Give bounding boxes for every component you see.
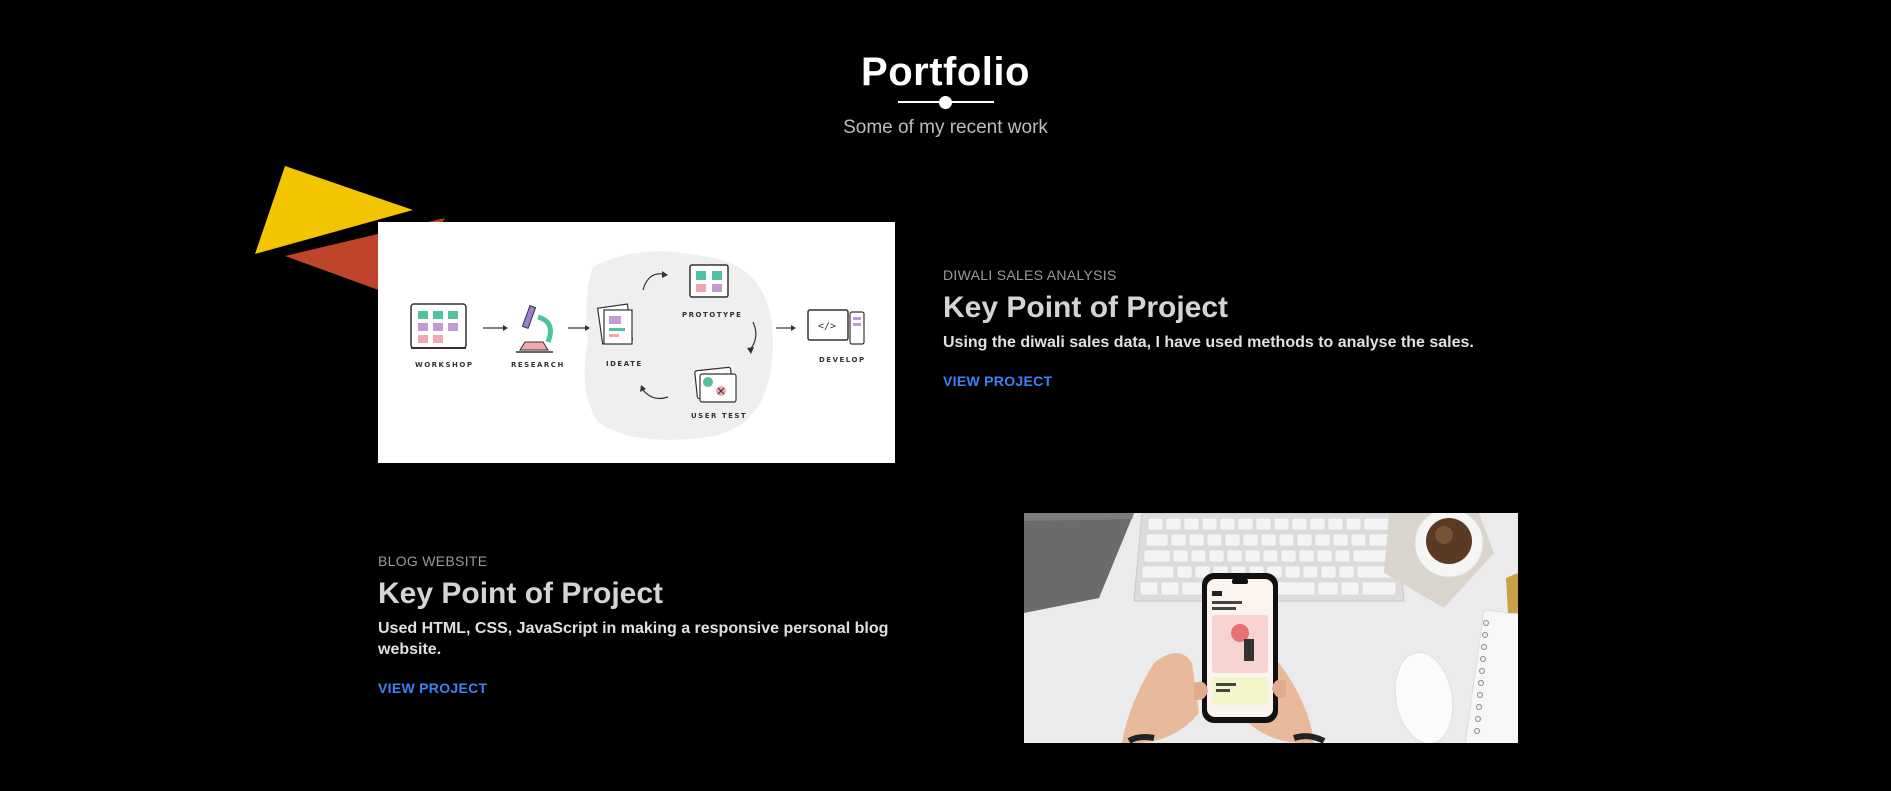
diagram-label-prototype: PROTOTYPE — [682, 311, 742, 319]
develop-icon: </> — [807, 309, 865, 345]
diagram-label-develop: DEVELOP — [819, 356, 866, 364]
prototype-icon — [689, 264, 729, 298]
project-image-blog[interactable] — [1024, 513, 1518, 743]
project-description: Using the diwali sales data, I have used… — [943, 334, 1474, 351]
user-test-icon — [694, 366, 737, 403]
portfolio-section: Portfolio Some of my recent work WORKSHO… — [0, 0, 1891, 791]
divider-dot — [938, 96, 952, 109]
ideate-icon — [596, 303, 634, 345]
view-project-link[interactable]: VIEW PROJECT — [943, 373, 1052, 389]
diagram-label-research: RESEARCH — [511, 361, 565, 369]
page-title: Portfolio — [861, 50, 1030, 94]
project-info-blog: BLOG WEBSITE Key Point of Project Used H… — [378, 552, 968, 698]
diagram-label-user-test: USER TEST — [691, 412, 747, 420]
title-divider — [897, 96, 994, 109]
diagram-label-workshop: WORKSHOP — [415, 361, 473, 369]
hands-holding-phone-image — [1024, 513, 1518, 743]
project-info-diwali: DIWALI SALES ANALYSIS Key Point of Proje… — [943, 266, 1533, 391]
project-category: BLOG WEBSITE — [378, 553, 488, 569]
phone-icon — [1202, 573, 1278, 723]
project-heading: Key Point of Project — [943, 291, 1229, 324]
workshop-icon — [410, 303, 467, 349]
project-description: Used HTML, CSS, JavaScript in making a r… — [378, 620, 889, 658]
view-project-link[interactable]: VIEW PROJECT — [378, 680, 487, 696]
page-subtitle: Some of my recent work — [843, 117, 1048, 138]
project-image-diwali[interactable]: WORKSHOP RESEARCH IDEATE PROTOTYPE USER … — [378, 222, 895, 463]
design-process-diagram: WORKSHOP RESEARCH IDEATE PROTOTYPE USER … — [378, 222, 895, 463]
project-heading: Key Point of Project — [378, 577, 664, 610]
project-category: DIWALI SALES ANALYSIS — [943, 267, 1117, 283]
diagram-label-ideate: IDEATE — [606, 360, 643, 368]
portfolio-header: Portfolio Some of my recent work — [0, 48, 1891, 140]
svg-text:</>: </> — [818, 321, 836, 332]
